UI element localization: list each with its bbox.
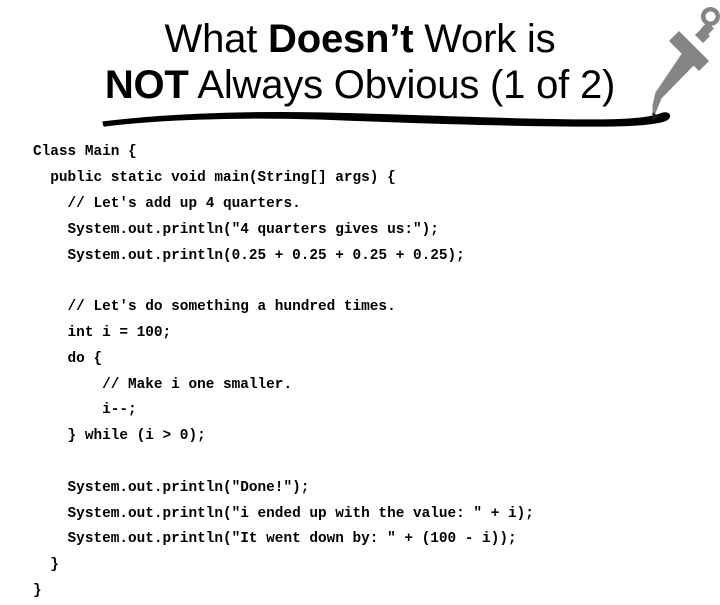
code-line: // Let's add up 4 quarters.: [33, 195, 301, 212]
title-line-1-prefix: What: [164, 17, 269, 61]
slide-canvas: What Doesn’t Work is NOT Always Obvious …: [0, 0, 720, 599]
code-line: do {: [33, 350, 103, 367]
title-line-2-suffix: Always Obvious (1 of 2): [188, 63, 616, 107]
code-line: System.out.println(0.25 + 0.25 + 0.25 + …: [33, 247, 465, 264]
code-line: // Make i one smaller.: [33, 376, 293, 393]
code-line: System.out.println("4 quarters gives us:…: [33, 221, 439, 238]
title-line-1-suffix: Work is: [413, 17, 556, 61]
code-line: }: [33, 557, 59, 574]
code-line: public static void main(String[] args) {: [33, 170, 396, 187]
title-line-1-emphasis: Doesn’t: [268, 17, 414, 61]
title-line-2: NOT Always Obvious (1 of 2): [0, 62, 720, 108]
hand-drawn-underline-icon: [102, 111, 671, 127]
page-title: What Doesn’t Work is NOT Always Obvious …: [0, 16, 720, 108]
code-line: } while (i > 0);: [33, 428, 206, 445]
title-line-1: What Doesn’t Work is: [0, 16, 720, 62]
code-line: int i = 100;: [33, 324, 172, 341]
code-line: // Let's do something a hundred times.: [33, 299, 396, 316]
code-line: i--;: [33, 402, 137, 419]
code-line: Class Main {: [33, 144, 137, 161]
code-line: }: [33, 582, 42, 599]
title-line-2-emphasis: NOT: [104, 63, 189, 107]
code-line: System.out.println("It went down by: " +…: [33, 531, 517, 548]
code-line: System.out.println("Done!");: [33, 479, 310, 496]
code-listing: Class Main { public static void main(Str…: [33, 140, 713, 604]
code-line: System.out.println("i ended up with the …: [33, 505, 534, 522]
